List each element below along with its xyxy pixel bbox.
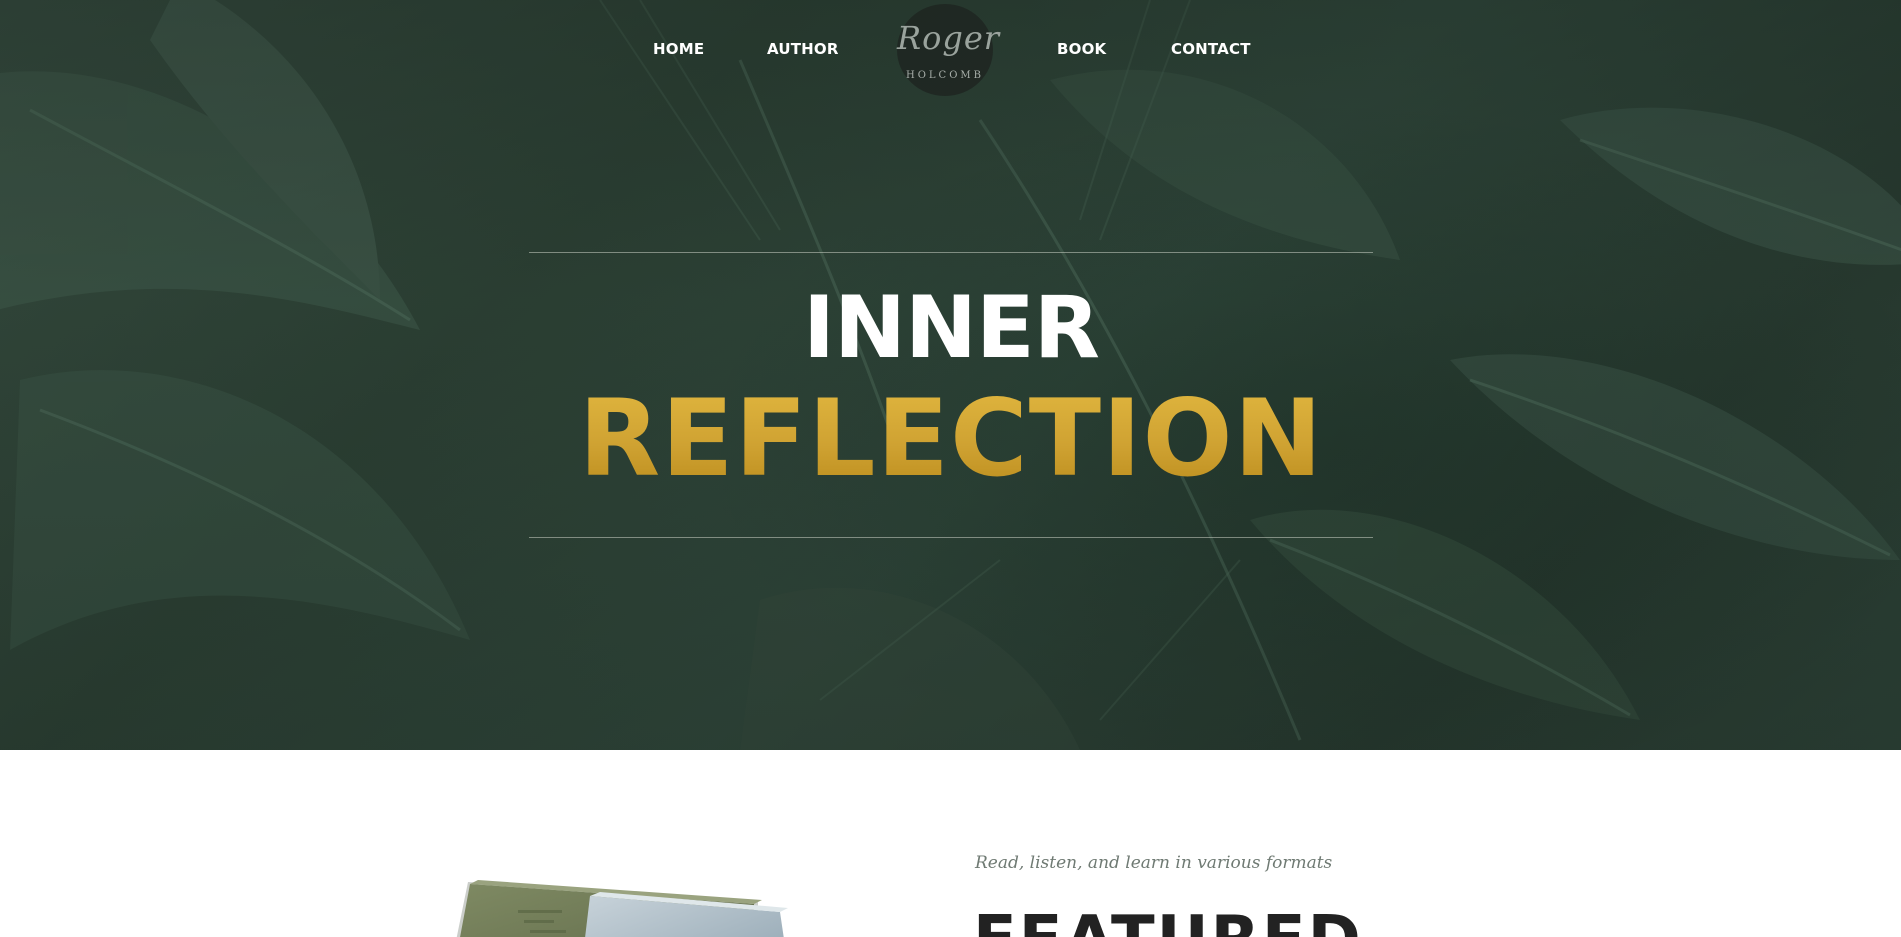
featured-heading: FEATURED xyxy=(973,900,1363,937)
hero-title-line-2: REFLECTION xyxy=(529,378,1373,500)
featured-tagline: Read, listen, and learn in various forma… xyxy=(975,853,1333,873)
nav-link-book[interactable]: BOOK xyxy=(1057,39,1106,59)
logo-sub-text: HOLCOMB xyxy=(906,70,984,81)
book-stack-image xyxy=(456,880,788,937)
nav-link-author[interactable]: AUTHOR xyxy=(767,39,839,59)
logo-script-text: Roger xyxy=(897,19,1001,57)
nav-link-contact[interactable]: CONTACT xyxy=(1171,39,1251,59)
featured-section: Read, listen, and learn in various forma… xyxy=(0,750,1901,937)
main-navigation: HOME AUTHOR Roger HOLCOMB BOOK CONTACT xyxy=(0,0,1901,100)
page: HOME AUTHOR Roger HOLCOMB BOOK CONTACT I… xyxy=(0,0,1901,937)
site-logo[interactable]: Roger HOLCOMB xyxy=(897,4,1001,96)
title-divider-top xyxy=(529,252,1373,253)
hero-title-line-1: INNER xyxy=(803,278,1100,378)
nav-link-home[interactable]: HOME xyxy=(653,39,704,59)
hero-section: HOME AUTHOR Roger HOLCOMB BOOK CONTACT I… xyxy=(0,0,1901,750)
title-divider-bottom xyxy=(529,537,1373,538)
